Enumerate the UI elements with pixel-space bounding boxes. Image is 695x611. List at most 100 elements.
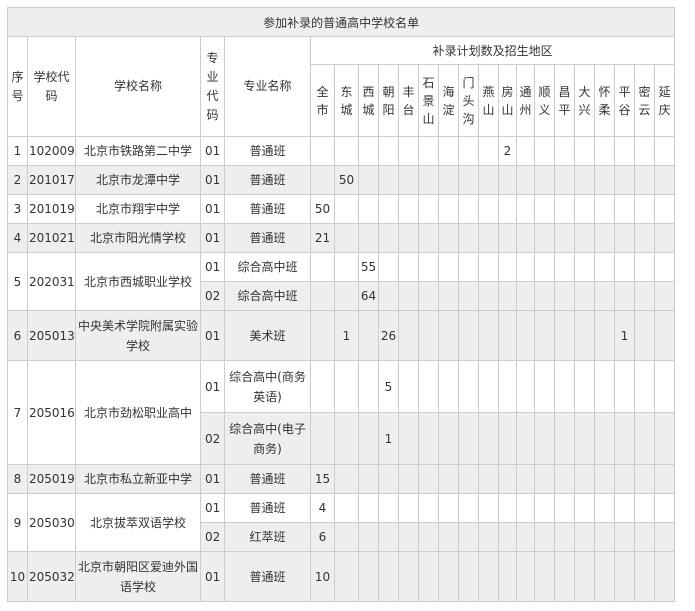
count-cell: 50 (310, 194, 335, 224)
count-cell (498, 522, 517, 552)
count-cell: 1 (334, 310, 359, 361)
count-cell (516, 464, 535, 494)
count-cell (554, 310, 575, 361)
school-name: 北京市朝阳区爱迪外国语学校 (75, 551, 201, 602)
school-name: 北京市翔宇中学 (75, 194, 201, 224)
count-cell (458, 551, 479, 602)
count-cell (574, 194, 595, 224)
region-header-11: 顺义 (534, 64, 555, 137)
major-name: 综合高中(商务英语) (224, 360, 311, 413)
major-name: 普通班 (224, 136, 311, 166)
count-cell (554, 252, 575, 282)
count-cell (438, 281, 459, 311)
count-cell (334, 252, 359, 282)
count-cell (554, 281, 575, 311)
school-code: 205013 (27, 310, 76, 361)
count-cell (634, 165, 655, 195)
count-cell (594, 551, 615, 602)
count-cell (554, 223, 575, 253)
count-cell (358, 223, 379, 253)
count-cell (398, 360, 419, 413)
count-cell: 50 (334, 165, 359, 195)
count-cell (378, 281, 399, 311)
count-cell (378, 165, 399, 195)
header-seq: 序号 (7, 36, 28, 137)
count-cell (574, 223, 595, 253)
region-header-5: 石景山 (418, 64, 439, 137)
school-code: 205030 (27, 493, 76, 552)
major-code: 01 (200, 493, 225, 523)
count-cell (498, 493, 517, 523)
school-code: 102009 (27, 136, 76, 166)
count-cell (534, 223, 555, 253)
count-cell (418, 223, 439, 253)
count-cell (534, 310, 555, 361)
count-cell (554, 522, 575, 552)
count-cell (516, 194, 535, 224)
count-cell (574, 360, 595, 413)
count-cell (574, 412, 595, 465)
count-cell (554, 412, 575, 465)
count-cell (614, 136, 635, 166)
school-seq: 3 (7, 194, 28, 224)
school-name: 北京市铁路第二中学 (75, 136, 201, 166)
count-cell (574, 136, 595, 166)
count-cell (418, 493, 439, 523)
count-cell (418, 551, 439, 602)
count-cell (594, 194, 615, 224)
count-cell (516, 165, 535, 195)
major-code: 01 (200, 252, 225, 282)
count-cell (418, 464, 439, 494)
count-cell (498, 194, 517, 224)
table-row: 4 201021 北京市阳光情学校 01 普通班 21 (7, 223, 676, 253)
school-code: 205019 (27, 464, 76, 494)
count-cell (534, 136, 555, 166)
major-name: 红萃班 (224, 522, 311, 552)
count-cell (516, 310, 535, 361)
count-cell (438, 464, 459, 494)
count-cell (516, 412, 535, 465)
count-cell (634, 252, 655, 282)
count-cell (310, 281, 335, 311)
count-cell (310, 360, 335, 413)
count-cell (378, 464, 399, 494)
count-cell (594, 310, 615, 361)
school-name: 中央美术学院附属实验学校 (75, 310, 201, 361)
count-cell (516, 551, 535, 602)
count-cell (358, 310, 379, 361)
school-code: 205032 (27, 551, 76, 602)
count-cell (358, 412, 379, 465)
count-cell (310, 412, 335, 465)
count-cell (458, 252, 479, 282)
count-cell (594, 360, 615, 413)
count-cell (653, 194, 676, 224)
count-cell: 1 (614, 310, 635, 361)
count-cell (594, 522, 615, 552)
major-name: 综合高中(电子商务) (224, 412, 311, 465)
count-cell (574, 165, 595, 195)
count-cell (634, 360, 655, 413)
count-cell: 10 (310, 551, 335, 602)
school-seq: 5 (7, 252, 28, 311)
count-cell (574, 522, 595, 552)
count-cell (478, 360, 499, 413)
count-cell (358, 165, 379, 195)
school-seq: 2 (7, 165, 28, 195)
count-cell (534, 360, 555, 413)
school-seq: 7 (7, 360, 28, 465)
school-seq: 9 (7, 493, 28, 552)
region-header-6: 海淀 (438, 64, 459, 137)
count-cell (358, 464, 379, 494)
count-cell (614, 412, 635, 465)
admission-table: 参加补录的普通高中学校名单 序号 学校代码 学校名称 专业代码 专业名称 补录计… (6, 7, 676, 602)
count-cell: 2 (498, 136, 517, 166)
count-cell (438, 194, 459, 224)
count-cell (534, 412, 555, 465)
count-cell (478, 412, 499, 465)
count-cell (653, 464, 676, 494)
count-cell (478, 281, 499, 311)
count-cell (398, 281, 419, 311)
count-cell (554, 493, 575, 523)
count-cell (634, 493, 655, 523)
count-cell (358, 551, 379, 602)
